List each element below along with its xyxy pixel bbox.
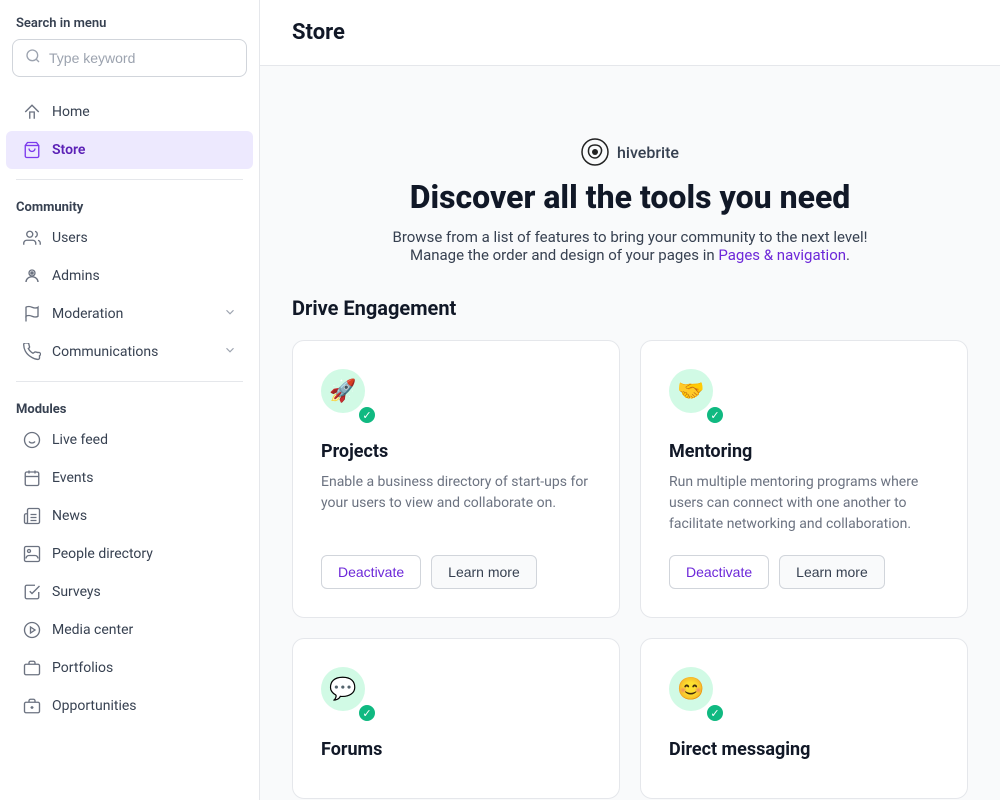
hero-headline: Discover all the tools you need: [312, 178, 948, 216]
forums-card-title: Forums: [321, 739, 591, 760]
people-directory-label: People directory: [52, 546, 237, 562]
direct-messaging-card-title: Direct messaging: [669, 739, 939, 760]
direct-messaging-card: 😊 ✓ Direct messaging: [640, 638, 968, 799]
hero-section: hivebrite Discover all the tools you nee…: [292, 98, 968, 296]
sidebar-item-moderation[interactable]: Moderation: [6, 295, 253, 333]
communications-icon: [22, 342, 42, 362]
admins-icon: [22, 266, 42, 286]
sidebar-item-portfolios[interactable]: Portfolios: [6, 649, 253, 687]
sidebar-item-media-center[interactable]: Media center: [6, 611, 253, 649]
home-icon: [22, 102, 42, 122]
hero-brand-name: hivebrite: [617, 143, 679, 162]
projects-card-icon: 🚀 ✓: [321, 369, 377, 425]
mentoring-card-description: Run multiple mentoring programs where us…: [669, 472, 939, 535]
search-icon: [25, 48, 41, 68]
sidebar-item-people-directory[interactable]: People directory: [6, 535, 253, 573]
sidebar-item-store[interactable]: Store: [6, 131, 253, 169]
portfolios-label: Portfolios: [52, 660, 237, 676]
hero-brand: hivebrite: [312, 138, 948, 166]
sidebar-item-live-feed[interactable]: Live feed: [6, 421, 253, 459]
live-feed-label: Live feed: [52, 432, 237, 448]
opportunities-icon: [22, 696, 42, 716]
projects-icon-badge: ✓: [357, 405, 377, 425]
admins-label: Admins: [52, 268, 237, 284]
communications-chevron-icon: [223, 343, 237, 361]
sidebar-item-opportunities[interactable]: Opportunities: [6, 687, 253, 725]
divider-modules: [16, 381, 243, 382]
mentoring-icon-badge: ✓: [705, 405, 725, 425]
store-icon: [22, 140, 42, 160]
opportunities-label: Opportunities: [52, 698, 237, 714]
direct-messaging-icon-badge: ✓: [705, 703, 725, 723]
cards-grid: 🚀 ✓ Projects Enable a business directory…: [292, 340, 968, 799]
pages-navigation-link[interactable]: Pages & navigation: [718, 246, 846, 264]
sidebar-item-news[interactable]: News: [6, 497, 253, 535]
projects-card-description: Enable a business directory of start-ups…: [321, 472, 591, 535]
forums-icon-badge: ✓: [357, 703, 377, 723]
surveys-icon: [22, 582, 42, 602]
hivebrite-logo-icon: [581, 138, 609, 166]
events-icon: [22, 468, 42, 488]
mentoring-card-icon: 🤝 ✓: [669, 369, 725, 425]
direct-messaging-card-icon: 😊 ✓: [669, 667, 725, 723]
sidebar: Search in menu Home Store Community: [0, 0, 260, 800]
section-heading-drive-engagement: Drive Engagement: [292, 296, 968, 320]
news-icon: [22, 506, 42, 526]
portfolios-icon: [22, 658, 42, 678]
projects-card-title: Projects: [321, 441, 591, 462]
surveys-label: Surveys: [52, 584, 237, 600]
sidebar-item-surveys[interactable]: Surveys: [6, 573, 253, 611]
sidebar-item-home[interactable]: Home: [6, 93, 253, 131]
media-center-icon: [22, 620, 42, 640]
mentoring-card: 🤝 ✓ Mentoring Run multiple mentoring pro…: [640, 340, 968, 618]
page-title: Store: [292, 20, 968, 45]
forums-card-icon: 💬 ✓: [321, 667, 377, 723]
divider-community: [16, 179, 243, 180]
hero-subtext: Browse from a list of features to bring …: [312, 228, 948, 264]
mentoring-deactivate-button[interactable]: Deactivate: [669, 555, 769, 589]
projects-card-actions: Deactivate Learn more: [321, 555, 591, 589]
users-label: Users: [52, 230, 237, 246]
moderation-label: Moderation: [52, 306, 213, 322]
home-label: Home: [52, 104, 237, 120]
news-label: News: [52, 508, 237, 524]
communications-label: Communications: [52, 344, 213, 360]
page-header: Store: [260, 0, 1000, 66]
projects-card: 🚀 ✓ Projects Enable a business directory…: [292, 340, 620, 618]
search-box[interactable]: [12, 39, 247, 77]
modules-section-title: Modules: [0, 392, 259, 421]
mentoring-icon-main: 🤝: [669, 369, 713, 413]
mentoring-card-title: Mentoring: [669, 441, 939, 462]
sidebar-item-admins[interactable]: Admins: [6, 257, 253, 295]
search-in-menu-label: Search in menu: [0, 12, 259, 39]
search-input[interactable]: [49, 50, 234, 66]
people-directory-icon: [22, 544, 42, 564]
community-section-title: Community: [0, 190, 259, 219]
projects-icon-main: 🚀: [321, 369, 365, 413]
forums-card: 💬 ✓ Forums: [292, 638, 620, 799]
projects-deactivate-button[interactable]: Deactivate: [321, 555, 421, 589]
media-center-label: Media center: [52, 622, 237, 638]
mentoring-card-actions: Deactivate Learn more: [669, 555, 939, 589]
main-content: Store hivebrite Discover all the tools y…: [260, 0, 1000, 800]
direct-messaging-icon-main: 😊: [669, 667, 713, 711]
events-label: Events: [52, 470, 237, 486]
sidebar-item-communications[interactable]: Communications: [6, 333, 253, 371]
moderation-icon: [22, 304, 42, 324]
forums-icon-main: 💬: [321, 667, 365, 711]
moderation-chevron-icon: [223, 305, 237, 323]
users-icon: [22, 228, 42, 248]
store-label: Store: [52, 142, 237, 158]
main-body: hivebrite Discover all the tools you nee…: [260, 66, 1000, 800]
sidebar-item-events[interactable]: Events: [6, 459, 253, 497]
sidebar-item-users[interactable]: Users: [6, 219, 253, 257]
mentoring-learn-more-button[interactable]: Learn more: [779, 555, 885, 589]
projects-learn-more-button[interactable]: Learn more: [431, 555, 537, 589]
livefeed-icon: [22, 430, 42, 450]
